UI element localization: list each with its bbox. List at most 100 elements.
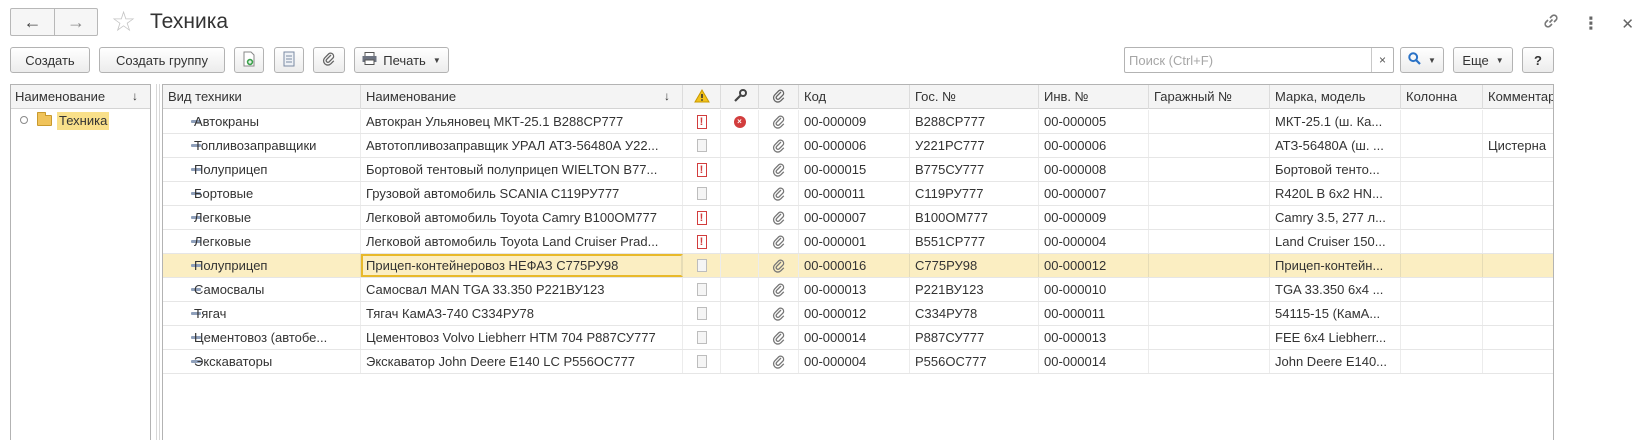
- table-row[interactable]: Полуприцеп Бортовой тентовый полуприцеп W…: [163, 158, 1553, 182]
- document-icon[interactable]: [683, 326, 721, 349]
- cell-kind[interactable]: Легковые: [189, 206, 361, 229]
- cell-inv[interactable]: 00-000014: [1039, 350, 1149, 373]
- cell-name[interactable]: Прицеп-контейнеровоз НЕФАЗ С775РУ98: [361, 254, 683, 277]
- cell-name[interactable]: Грузовой автомобиль SCANIA С119РУ777: [361, 182, 683, 205]
- create-group-button[interactable]: Создать группу: [99, 47, 225, 73]
- more-vertical-icon[interactable]: ⋮: [1582, 14, 1599, 34]
- column-header-code[interactable]: Код: [799, 85, 910, 109]
- cell-gos[interactable]: В775СУ777: [910, 158, 1039, 181]
- cell-comment[interactable]: [1483, 254, 1553, 277]
- search-input[interactable]: [1125, 48, 1371, 72]
- cell-column[interactable]: [1401, 158, 1483, 181]
- cell-kind[interactable]: Цементовоз (автобе...: [189, 326, 361, 349]
- cell-column[interactable]: [1401, 254, 1483, 277]
- cell-name[interactable]: Автотопливозаправщик УРАЛ АТЗ-56480А У22…: [361, 134, 683, 157]
- cell-garage[interactable]: [1149, 254, 1270, 277]
- panel-splitter[interactable]: [156, 84, 160, 440]
- paperclip-icon[interactable]: [759, 182, 799, 205]
- column-header-column[interactable]: Колонна: [1401, 85, 1483, 109]
- paperclip-icon[interactable]: [759, 158, 799, 181]
- create-button[interactable]: Создать: [10, 47, 90, 73]
- cell-name[interactable]: Экскаватор John Deere E140 LC Р556ОС777: [361, 350, 683, 373]
- cell-name[interactable]: Автокран Ульяновец МКТ-25.1 В288СР777: [361, 110, 683, 133]
- cell-gos[interactable]: С775РУ98: [910, 254, 1039, 277]
- cell-gos[interactable]: С334РУ78: [910, 302, 1039, 325]
- cell-code[interactable]: 00-000009: [799, 110, 910, 133]
- cell-model[interactable]: R420L B 6x2 HN...: [1270, 182, 1401, 205]
- cell-code[interactable]: 00-000012: [799, 302, 910, 325]
- cell-gos[interactable]: С119РУ777: [910, 182, 1039, 205]
- cell-column[interactable]: [1401, 350, 1483, 373]
- paperclip-icon[interactable]: [759, 134, 799, 157]
- print-button[interactable]: Печать ▼: [354, 47, 449, 73]
- warning-flag-icon[interactable]: !: [683, 206, 721, 229]
- cell-inv[interactable]: 00-000009: [1039, 206, 1149, 229]
- cell-kind[interactable]: Бортовые: [189, 182, 361, 205]
- tree-item-root[interactable]: Техника: [11, 109, 150, 133]
- cell-name[interactable]: Бортовой тентовый полуприцеп WIELTON B77…: [361, 158, 683, 181]
- cell-code[interactable]: 00-000015: [799, 158, 910, 181]
- cell-model[interactable]: Бортовой тенто...: [1270, 158, 1401, 181]
- cell-column[interactable]: [1401, 182, 1483, 205]
- cell-code[interactable]: 00-000014: [799, 326, 910, 349]
- close-icon[interactable]: ✕: [1621, 15, 1634, 33]
- cell-comment[interactable]: [1483, 206, 1553, 229]
- table-row[interactable]: Тягач Тягач КамАЗ-740 С334РУ78 00-000012 С3…: [163, 302, 1553, 326]
- paperclip-icon[interactable]: [759, 326, 799, 349]
- cell-model[interactable]: Land Cruiser 150...: [1270, 230, 1401, 253]
- column-header-tool[interactable]: [721, 85, 759, 109]
- warning-flag-icon[interactable]: !: [683, 110, 721, 133]
- cell-name[interactable]: Самосвал MAN TGA 33.350 Р221ВУ123: [361, 278, 683, 301]
- document-icon[interactable]: [683, 350, 721, 373]
- paperclip-icon[interactable]: [759, 278, 799, 301]
- cell-name[interactable]: Тягач КамАЗ-740 С334РУ78: [361, 302, 683, 325]
- cell-model[interactable]: МКТ-25.1 (ш. Ка...: [1270, 110, 1401, 133]
- cell-column[interactable]: [1401, 230, 1483, 253]
- paperclip-icon[interactable]: [759, 302, 799, 325]
- copy-new-button[interactable]: [234, 47, 264, 73]
- cell-gos[interactable]: В551СР777: [910, 230, 1039, 253]
- cell-gos[interactable]: Р221ВУ123: [910, 278, 1039, 301]
- cell-gos[interactable]: В100ОМ777: [910, 206, 1039, 229]
- cell-comment[interactable]: [1483, 182, 1553, 205]
- cell-column[interactable]: [1401, 206, 1483, 229]
- table-row[interactable]: Автокраны Автокран Ульяновец МКТ-25.1 В28…: [163, 110, 1553, 134]
- link-icon[interactable]: [1542, 12, 1560, 35]
- more-button[interactable]: Еще ▼: [1453, 47, 1513, 73]
- tree-header[interactable]: Наименование ↓: [11, 85, 150, 109]
- list-settings-button[interactable]: [274, 47, 304, 73]
- table-row[interactable]: Топливозаправщики Автотопливозаправщик УР…: [163, 134, 1553, 158]
- cell-inv[interactable]: 00-000012: [1039, 254, 1149, 277]
- cell-name[interactable]: Цементовоз Volvo Liebherr HTM 704 Р887СУ…: [361, 326, 683, 349]
- cell-comment[interactable]: [1483, 350, 1553, 373]
- cell-garage[interactable]: [1149, 278, 1270, 301]
- cell-garage[interactable]: [1149, 134, 1270, 157]
- cell-garage[interactable]: [1149, 230, 1270, 253]
- table-row[interactable]: Цементовоз (автобе... Цементовоз Volvo Li…: [163, 326, 1553, 350]
- cell-gos[interactable]: Р556ОС777: [910, 350, 1039, 373]
- table-row[interactable]: Легковые Легковой автомобиль Toyota Land …: [163, 230, 1553, 254]
- cell-inv[interactable]: 00-000004: [1039, 230, 1149, 253]
- cell-inv[interactable]: 00-000006: [1039, 134, 1149, 157]
- cell-kind[interactable]: Тягач: [189, 302, 361, 325]
- cell-inv[interactable]: 00-000013: [1039, 326, 1149, 349]
- document-icon[interactable]: [683, 182, 721, 205]
- cell-column[interactable]: [1401, 302, 1483, 325]
- search-clear-button[interactable]: ×: [1371, 48, 1393, 72]
- cell-gos[interactable]: В288СР777: [910, 110, 1039, 133]
- cell-garage[interactable]: [1149, 110, 1270, 133]
- cell-model[interactable]: Camry 3.5, 277 л...: [1270, 206, 1401, 229]
- cell-name[interactable]: Легковой автомобиль Toyota Land Cruiser …: [361, 230, 683, 253]
- column-header-gos[interactable]: Гос. №: [910, 85, 1039, 109]
- cell-garage[interactable]: [1149, 350, 1270, 373]
- forward-button[interactable]: →: [54, 9, 97, 35]
- cell-garage[interactable]: [1149, 182, 1270, 205]
- cell-kind[interactable]: Автокраны: [189, 110, 361, 133]
- cell-comment[interactable]: [1483, 230, 1553, 253]
- cell-gos[interactable]: Р887СУ777: [910, 326, 1039, 349]
- cell-column[interactable]: [1401, 278, 1483, 301]
- cell-kind[interactable]: Самосвалы: [189, 278, 361, 301]
- table-row[interactable]: Бортовые Грузовой автомобиль SCANIA С119Р…: [163, 182, 1553, 206]
- help-button[interactable]: ?: [1522, 47, 1554, 73]
- cell-code[interactable]: 00-000001: [799, 230, 910, 253]
